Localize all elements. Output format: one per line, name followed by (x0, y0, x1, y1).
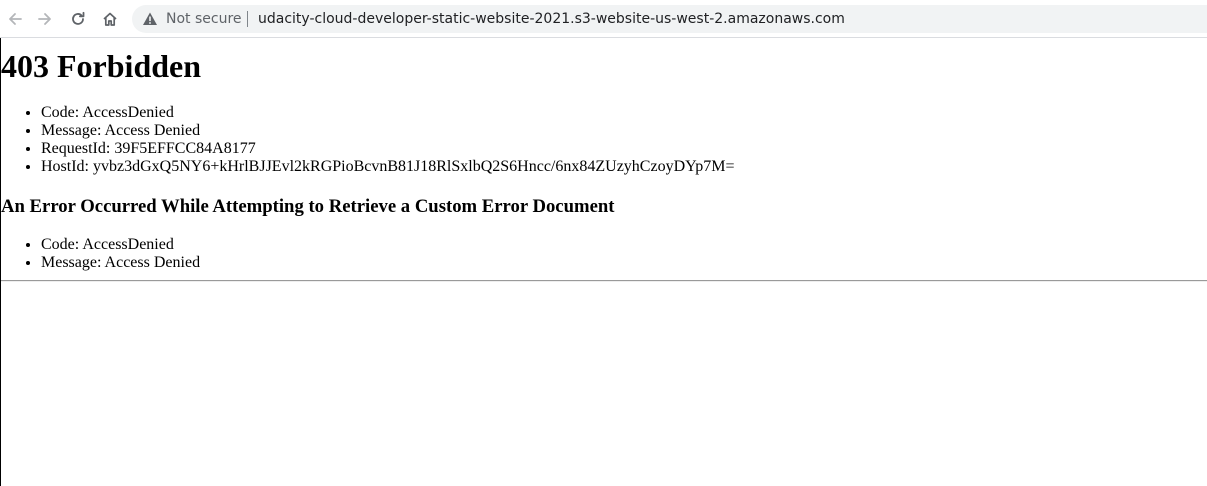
forward-arrow-icon (38, 13, 51, 25)
error-document-heading: An Error Occurred While Attempting to Re… (1, 196, 615, 217)
list-item-code: Code: AccessDenied (41, 104, 734, 122)
list-item-host-id: HostId: yvbz3dGxQ5NY6+kHrlBJJEvl2kRGPioB… (41, 158, 734, 176)
error-document-details-list: Code: AccessDenied Message: Access Denie… (1, 236, 200, 272)
security-status-label[interactable]: Not secure (166, 5, 242, 33)
horizontal-rule (1, 280, 1207, 282)
list-item-request-id: RequestId: 39F5EFFCC84A8177 (41, 140, 734, 158)
home-icon (103, 12, 117, 26)
reload-icon (72, 11, 85, 25)
error-details-list: Code: AccessDenied Message: Access Denie… (1, 104, 734, 176)
home-button[interactable] (98, 7, 122, 31)
reload-button[interactable] (66, 7, 90, 31)
list-item-message: Message: Access Denied (41, 254, 200, 272)
omnibox-divider (247, 11, 248, 27)
warning-icon[interactable] (142, 11, 158, 27)
list-item-message: Message: Access Denied (41, 122, 734, 140)
url-text[interactable]: udacity-cloud-developer-static-website-2… (258, 5, 845, 33)
list-item-code: Code: AccessDenied (41, 236, 200, 254)
page-content: 403 Forbidden Code: AccessDenied Message… (0, 38, 1207, 486)
browser-toolbar: Not secure udacity-cloud-developer-stati… (0, 0, 1207, 38)
address-bar[interactable]: Not secure udacity-cloud-developer-stati… (132, 5, 1207, 33)
back-button[interactable] (3, 7, 27, 31)
back-arrow-icon (9, 13, 22, 25)
forward-button[interactable] (33, 7, 57, 31)
page-title: 403 Forbidden (1, 48, 202, 84)
